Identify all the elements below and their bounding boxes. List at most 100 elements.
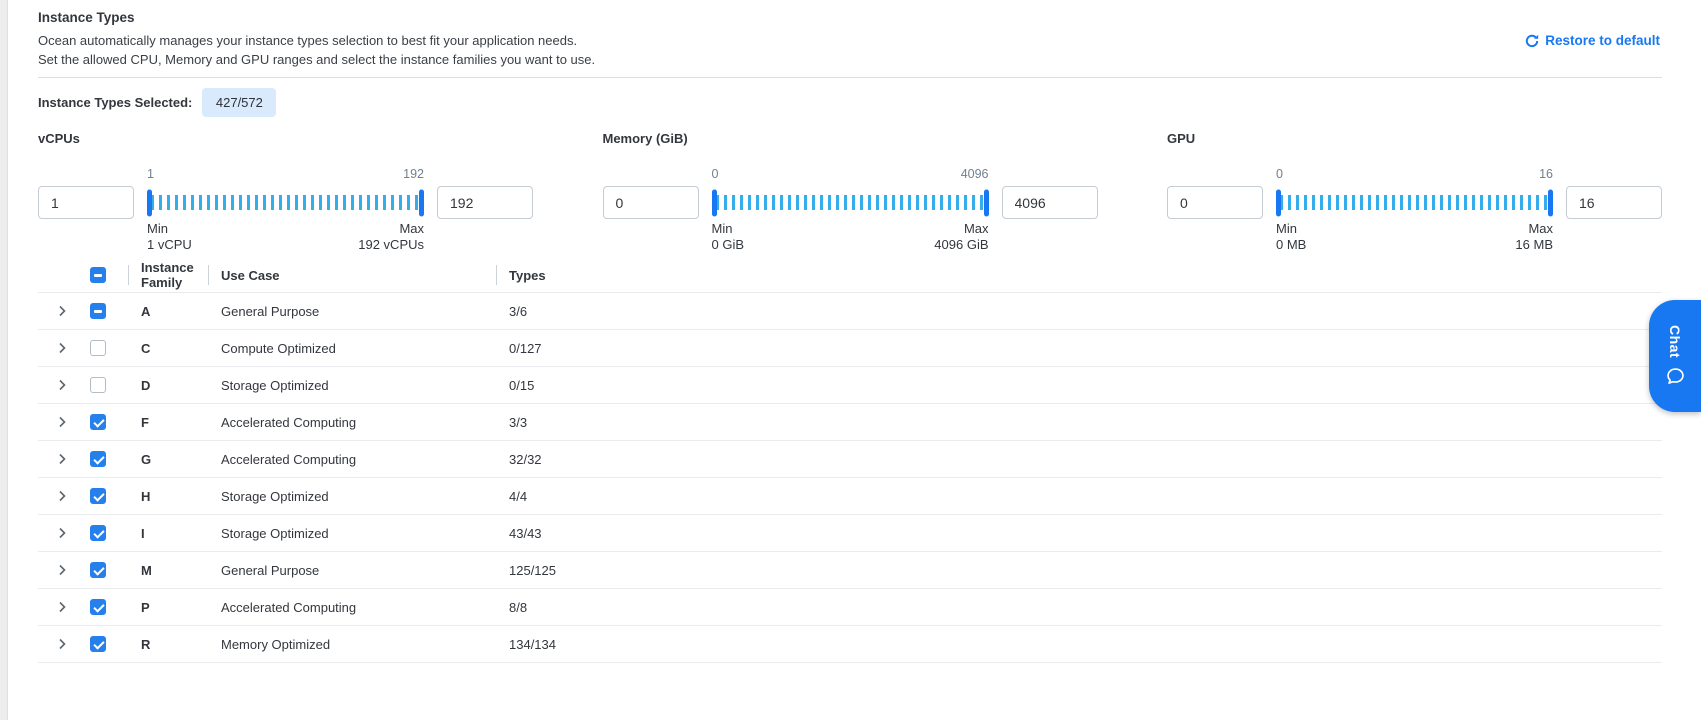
gpu-slider-max-handle[interactable] (1548, 189, 1553, 216)
use-case-cell: Accelerated Computing (208, 415, 496, 430)
family-cell: H (128, 489, 208, 504)
vcpu-min-input[interactable] (38, 186, 134, 219)
expand-row-button[interactable] (38, 563, 86, 577)
vcpu-slider-min-handle[interactable] (147, 189, 152, 216)
table-row[interactable]: F Accelerated Computing 3/3 (38, 404, 1662, 441)
expand-row-button[interactable] (38, 378, 86, 392)
description-line-1: Ocean automatically manages your instanc… (38, 31, 595, 50)
vcpu-label: vCPUs (38, 131, 533, 146)
select-all-checkbox[interactable] (90, 267, 106, 283)
gpu-label: GPU (1167, 131, 1662, 146)
vcpu-min-caption: Min 1 vCPU (147, 221, 192, 253)
table-row[interactable]: A General Purpose 3/6 (38, 293, 1662, 330)
use-case-cell: General Purpose (208, 304, 496, 319)
page-title: Instance Types (38, 10, 135, 25)
family-cell: G (128, 452, 208, 467)
chat-label: Chat (1667, 325, 1683, 358)
expand-row-button[interactable] (38, 600, 86, 614)
family-cell: C (128, 341, 208, 356)
restore-to-default-button[interactable]: Restore to default (1525, 33, 1660, 48)
table-row[interactable]: I Storage Optimized 43/43 (38, 515, 1662, 552)
memory-range-max: 4096 (961, 167, 989, 181)
table-row[interactable]: D Storage Optimized 0/15 (38, 367, 1662, 404)
expand-row-button[interactable] (38, 526, 86, 540)
instance-family-table: Instance Family Use Case Types A General… (38, 258, 1662, 663)
use-case-cell: Compute Optimized (208, 341, 496, 356)
chevron-right-icon (55, 526, 69, 540)
expand-row-button[interactable] (38, 489, 86, 503)
row-checkbox[interactable] (90, 636, 106, 652)
row-checkbox[interactable] (90, 525, 106, 541)
gpu-range-max: 16 (1539, 167, 1553, 181)
memory-slider: 0 4096 Min 0 GiB Max 4096 GiB (699, 164, 1002, 253)
gpu-slider-section: GPU 0 16 Min 0 MB (1167, 131, 1662, 253)
memory-label: Memory (GiB) (603, 131, 1098, 146)
table-row[interactable]: G Accelerated Computing 32/32 (38, 441, 1662, 478)
vcpu-max-caption: Max 192 vCPUs (358, 221, 424, 253)
row-checkbox[interactable] (90, 599, 106, 615)
vcpu-range-max: 192 (403, 167, 424, 181)
vcpu-slider-max-handle[interactable] (419, 189, 424, 216)
use-case-cell: Memory Optimized (208, 637, 496, 652)
family-cell: M (128, 563, 208, 578)
row-checkbox[interactable] (90, 303, 106, 319)
expand-row-button[interactable] (38, 637, 86, 651)
chevron-right-icon (55, 452, 69, 466)
table-header-row: Instance Family Use Case Types (38, 258, 1662, 293)
chevron-right-icon (55, 563, 69, 577)
expand-row-button[interactable] (38, 415, 86, 429)
table-row[interactable]: R Memory Optimized 134/134 (38, 626, 1662, 663)
memory-slider-max-handle[interactable] (984, 189, 989, 216)
description-line-2: Set the allowed CPU, Memory and GPU rang… (38, 50, 595, 69)
chevron-right-icon (55, 378, 69, 392)
types-cell: 43/43 (496, 526, 1662, 541)
restore-to-default-label: Restore to default (1545, 33, 1660, 48)
chat-button[interactable]: Chat (1649, 300, 1701, 412)
table-row[interactable]: C Compute Optimized 0/127 (38, 330, 1662, 367)
memory-slider-track[interactable] (712, 186, 989, 219)
chevron-right-icon (55, 637, 69, 651)
expand-row-button[interactable] (38, 452, 86, 466)
vcpu-slider-track[interactable] (147, 186, 424, 219)
row-checkbox[interactable] (90, 414, 106, 430)
use-case-cell: General Purpose (208, 563, 496, 578)
table-row[interactable]: P Accelerated Computing 8/8 (38, 589, 1662, 626)
types-cell: 3/3 (496, 415, 1662, 430)
memory-slider-ticks (716, 195, 985, 210)
types-cell: 4/4 (496, 489, 1662, 504)
expand-row-button[interactable] (38, 341, 86, 355)
use-case-cell: Accelerated Computing (208, 600, 496, 615)
gpu-slider-track[interactable] (1276, 186, 1553, 219)
family-cell: R (128, 637, 208, 652)
memory-slider-min-handle[interactable] (712, 189, 717, 216)
vcpu-slider-section: vCPUs 1 192 Min 1 vCPU (38, 131, 533, 253)
column-header-use-case: Use Case (208, 268, 496, 283)
memory-min-input[interactable] (603, 186, 699, 219)
gpu-max-input[interactable] (1566, 186, 1662, 219)
table-row[interactable]: M General Purpose 125/125 (38, 552, 1662, 589)
memory-max-input[interactable] (1002, 186, 1098, 219)
memory-slider-section: Memory (GiB) 0 4096 Min 0 GiB (603, 131, 1098, 253)
types-cell: 3/6 (496, 304, 1662, 319)
gpu-min-input[interactable] (1167, 186, 1263, 219)
left-panel-edge (0, 0, 8, 720)
table-row[interactable]: H Storage Optimized 4/4 (38, 478, 1662, 515)
row-checkbox[interactable] (90, 488, 106, 504)
types-cell: 125/125 (496, 563, 1662, 578)
gpu-slider-ticks (1280, 195, 1549, 210)
refresh-icon (1525, 34, 1539, 48)
gpu-slider-min-handle[interactable] (1276, 189, 1281, 216)
types-cell: 8/8 (496, 600, 1662, 615)
vcpu-max-input[interactable] (437, 186, 533, 219)
types-cell: 0/127 (496, 341, 1662, 356)
chevron-right-icon (55, 415, 69, 429)
row-checkbox[interactable] (90, 451, 106, 467)
family-cell: I (128, 526, 208, 541)
gpu-min-caption: Min 0 MB (1276, 221, 1306, 253)
row-checkbox[interactable] (90, 340, 106, 356)
chevron-right-icon (55, 489, 69, 503)
expand-row-button[interactable] (38, 304, 86, 318)
row-checkbox[interactable] (90, 377, 106, 393)
column-header-instance-family: Instance Family (128, 260, 208, 290)
row-checkbox[interactable] (90, 562, 106, 578)
